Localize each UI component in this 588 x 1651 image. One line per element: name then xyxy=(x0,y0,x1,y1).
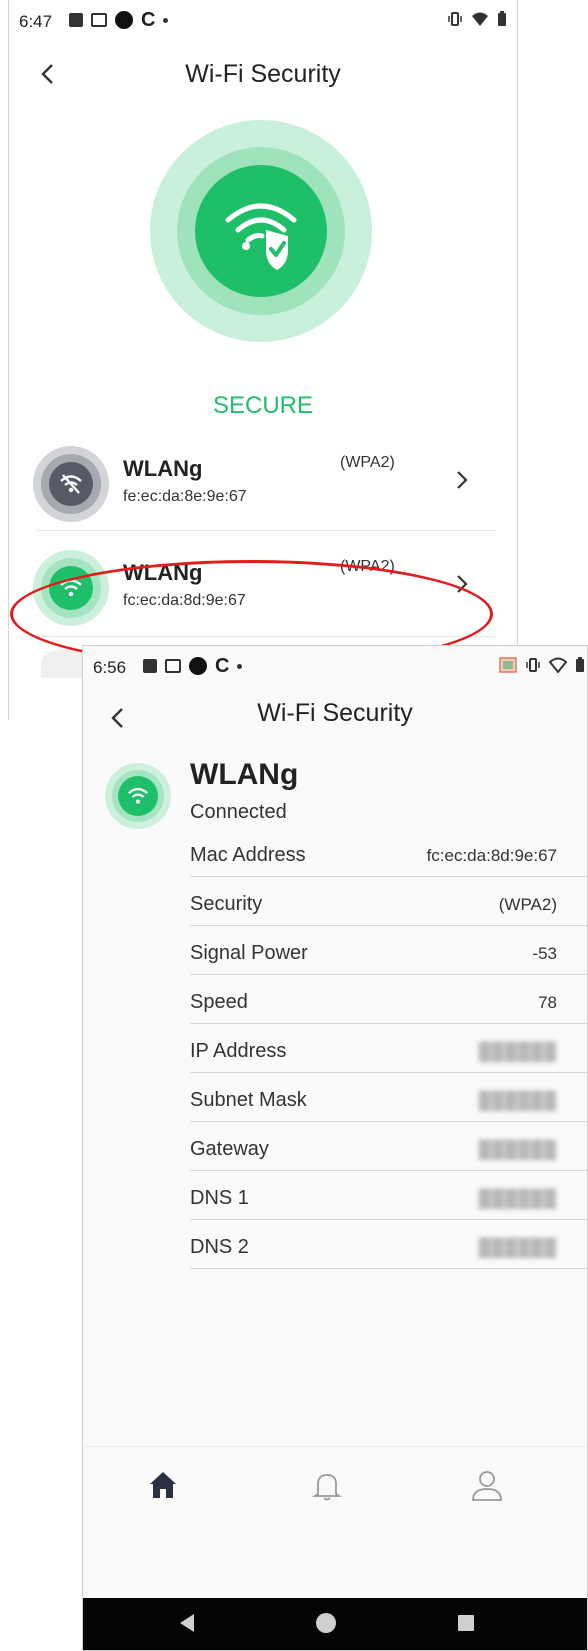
connection-status: Connected xyxy=(190,801,287,823)
back-triangle-icon[interactable] xyxy=(177,1612,197,1634)
cast-icon xyxy=(499,657,517,673)
detail-row: Subnet Mask ██████ xyxy=(190,1073,587,1122)
home-circle-icon[interactable] xyxy=(315,1612,337,1634)
record-dot-icon xyxy=(189,657,207,675)
network-avatar xyxy=(105,763,171,829)
detail-label: Mac Address xyxy=(190,844,306,866)
detail-label: Signal Power xyxy=(190,942,308,964)
bottom-navigation xyxy=(83,1446,587,1518)
vibrate-icon xyxy=(526,658,540,672)
wifi-signal-icon xyxy=(472,12,488,26)
detail-value-redacted: ██████ xyxy=(478,1189,557,1208)
detail-label: Subnet Mask xyxy=(190,1089,307,1111)
gallery-notification-icon xyxy=(165,659,181,673)
app-c-icon: C xyxy=(141,9,156,31)
status-time: 6:56 xyxy=(93,658,127,677)
page-title: Wi-Fi Security xyxy=(185,60,341,88)
network-name: WLANg xyxy=(123,456,203,481)
network-mac: fe:ec:da:8e:9e:67 xyxy=(123,488,247,505)
battery-icon xyxy=(498,11,506,26)
header: Wi-Fi Security xyxy=(83,696,587,742)
status-time: 6:47 xyxy=(19,12,53,31)
detail-label: IP Address xyxy=(190,1040,287,1062)
battery-icon xyxy=(576,657,584,672)
network-security: (WPA2) xyxy=(340,454,395,471)
detail-row: Signal Power -53 xyxy=(190,926,587,975)
vibrate-icon xyxy=(448,12,462,26)
status-notification-icons: C xyxy=(69,9,169,31)
status-system-icons xyxy=(447,11,507,27)
wifi-signal-icon xyxy=(549,657,567,673)
status-system-icons xyxy=(499,657,585,673)
network-avatar xyxy=(33,446,109,522)
detail-row: IP Address ██████ xyxy=(190,1024,587,1073)
wifi-icon xyxy=(118,776,158,816)
detail-value: -53 xyxy=(532,944,557,963)
record-dot-icon xyxy=(115,11,133,29)
detail-row: Mac Address fc:ec:da:8d:9e:67 xyxy=(190,828,587,877)
network-detail-screen: 6:56 C Wi-Fi Security WLANg Connected Ma… xyxy=(82,645,588,1651)
page-title: Wi-Fi Security xyxy=(257,699,413,727)
wifi-off-icon xyxy=(49,462,93,506)
detail-value: (WPA2) xyxy=(498,895,557,914)
system-navigation-bar xyxy=(83,1598,587,1650)
detail-row: DNS 2 ██████ xyxy=(190,1220,587,1269)
wifi-shield-check-icon xyxy=(225,203,297,270)
detail-value: fc:ec:da:8d:9e:67 xyxy=(426,846,557,865)
image-notification-icon xyxy=(69,13,83,27)
detail-label: Security xyxy=(190,893,263,915)
more-dot-icon xyxy=(237,663,243,669)
bell-icon[interactable] xyxy=(309,1467,345,1503)
detail-value-redacted: ██████ xyxy=(478,1042,557,1061)
status-bar: 6:56 C xyxy=(83,646,587,688)
wifi-network-row-disconnected[interactable]: WLANg fe:ec:da:8e:9e:67 (WPA2) xyxy=(9,436,517,532)
chevron-right-icon xyxy=(457,471,468,489)
header: Wi-Fi Security xyxy=(9,52,517,98)
detail-value-redacted: ██████ xyxy=(478,1140,557,1159)
more-dot-icon xyxy=(163,17,169,23)
detail-value-redacted: ██████ xyxy=(478,1091,557,1110)
detail-value-redacted: ██████ xyxy=(478,1238,557,1257)
detail-row: Security (WPA2) xyxy=(190,877,587,926)
home-icon[interactable] xyxy=(145,1467,181,1503)
security-status-label: SECURE xyxy=(212,392,314,419)
security-status-graphic xyxy=(150,120,372,342)
detail-label: DNS 1 xyxy=(190,1187,249,1209)
detail-row: Gateway ██████ xyxy=(190,1122,587,1171)
detail-label: DNS 2 xyxy=(190,1236,249,1258)
detail-row: DNS 1 ██████ xyxy=(190,1171,587,1220)
recents-square-icon[interactable] xyxy=(457,1614,475,1632)
status-bar: 6:47 C xyxy=(9,0,517,42)
detail-label: Gateway xyxy=(190,1138,269,1160)
list-divider xyxy=(37,530,497,531)
detail-label: Speed xyxy=(190,991,248,1013)
gallery-notification-icon xyxy=(91,13,107,27)
image-notification-icon xyxy=(143,659,157,673)
app-c-icon: C xyxy=(215,655,230,677)
detail-row: Speed 78 xyxy=(190,975,587,1024)
profile-icon[interactable] xyxy=(469,1467,505,1503)
detail-value: 78 xyxy=(538,993,557,1012)
network-name: WLANg xyxy=(190,758,299,791)
status-notification-icons: C xyxy=(143,655,243,677)
